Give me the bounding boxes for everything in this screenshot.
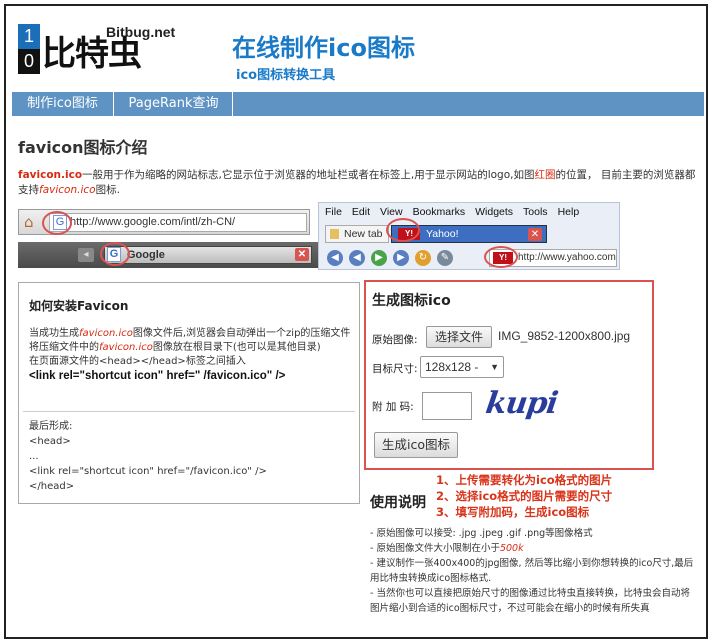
ico-generator-form: 生成图标ico 原始图像: 选择文件 IMG_9852-1200x800.jpg…: [364, 280, 654, 470]
result-line: ...: [29, 451, 39, 462]
howto-text: 在页面源文件的<head></head>标签之间插入: [29, 356, 246, 367]
logo-digits: 1 0: [18, 24, 40, 74]
menu-bookmarks: Bookmarks: [412, 206, 466, 218]
intro-italic: favicon.ico: [39, 184, 96, 196]
usage-body: - 原始图像可以接受: .jpg .jpeg .gif .png等图像格式 - …: [370, 526, 698, 616]
usage-item: - 建议制作一张400x400的jpg图像, 然后等比缩小到你想转换的ico尺寸…: [370, 558, 694, 584]
home-icon: ⌂: [24, 213, 34, 231]
browser-tabs: New tab Y! Yahoo! ✕: [319, 223, 619, 245]
divider: [23, 411, 355, 412]
howto-favicon: favicon.ico: [99, 342, 153, 353]
intro-end: 图标.: [95, 184, 120, 196]
edit-icon: ✎: [437, 250, 453, 266]
menu-help: Help: [557, 206, 580, 218]
size-select[interactable]: 128x128 - ▼: [420, 356, 504, 378]
browser-menu: File Edit View Bookmarks Widgets Tools Help: [319, 203, 619, 221]
result-line: </head>: [29, 481, 75, 492]
generate-ico-button[interactable]: 生成ico图标: [374, 432, 458, 458]
reload-icon: ↻: [415, 250, 431, 266]
captcha-label: 附 加 码:: [372, 401, 414, 413]
site-logo[interactable]: 1 0 比特虫 Bitbug.net: [18, 24, 178, 80]
address-url: http://www.google.com/intl/zh-CN/: [49, 213, 307, 232]
logo-domain: Bitbug.net: [106, 24, 176, 40]
highlight-ring: [386, 218, 420, 242]
highlight-ring: [42, 211, 72, 235]
file-name: IMG_9852-1200x800.jpg: [498, 329, 631, 343]
browser-tab-bar: ◂ G Google ✕: [18, 242, 322, 268]
howto-panel: 如何安装Favicon 当成功生成favicon.ico图像文件后,浏览器会自动…: [18, 282, 360, 504]
howto-body: 当成功生成favicon.ico图像文件后,浏览器会自动弹出一个zip的压缩文件…: [29, 327, 355, 383]
howto-result: 最后形成: <head> ... <link rel="shortcut ico…: [29, 419, 355, 494]
howto-code: <link rel="shortcut icon" href=" /favico…: [29, 370, 286, 382]
menu-file: File: [325, 206, 342, 218]
google-tab-title: Google: [127, 249, 165, 261]
annotation-step: 2、选择ico格式的图片需要的尺寸: [436, 489, 613, 503]
intro-red: 红圈: [534, 169, 556, 181]
new-tab: New tab: [325, 225, 389, 243]
logo-digit-0: 0: [18, 49, 40, 74]
yahoo-tab-title: Yahoo!: [426, 228, 459, 240]
usage-limit: 500k: [499, 543, 524, 554]
result-line: <head>: [29, 436, 71, 447]
captcha-image[interactable]: kupi: [484, 386, 560, 421]
usage-item: - 原始图像文件大小限制在小于500k: [370, 541, 698, 556]
howto-title: 如何安装Favicon: [29, 299, 129, 313]
section-title: favicon图标介绍: [18, 138, 148, 157]
intro-paragraph: favicon.ico一般用于作为缩略的网站标志,它显示位于浏览器的地址栏或者在…: [18, 168, 698, 198]
page-frame: 1 0 比特虫 Bitbug.net 在线制作ico图标 ico图标转换工具 制…: [4, 4, 708, 639]
howto-text: 将压缩文件中的: [29, 342, 99, 353]
close-icon: ✕: [528, 228, 542, 241]
intro-lead: favicon.ico: [18, 169, 83, 181]
back-icon: ◀: [327, 250, 343, 266]
menu-edit: Edit: [351, 206, 371, 218]
forward-icon: ▶: [371, 250, 387, 266]
captcha-input[interactable]: [422, 392, 472, 420]
browser-nav: ◀ ◀ ▶ ▶ ↻ ✎ Y! http://www.yahoo.com: [319, 247, 619, 269]
generator-title: 生成图标ico: [372, 293, 451, 309]
size-label: 目标尺寸:: [372, 363, 418, 375]
close-icon: ✕: [295, 248, 309, 261]
intro-text: 一般用于作为缩略的网站标志,它显示位于浏览器的地址栏或者在标签上,用于显示网站的…: [82, 169, 535, 181]
fast-forward-icon: ▶: [393, 250, 409, 266]
menu-tools: Tools: [523, 206, 548, 218]
usage-item: - 原始图像可以接受: .jpg .jpeg .gif .png等图像格式: [370, 528, 593, 539]
browser-yahoo: File Edit View Bookmarks Widgets Tools Help Ne…: [318, 202, 620, 270]
highlight-ring: [100, 242, 130, 266]
nav-item-pagerank[interactable]: PageRank查询: [115, 92, 233, 116]
result-line: 最后形成:: [29, 421, 73, 432]
howto-text: 当成功生成: [29, 328, 79, 339]
annotation-step: 1、上传需要转化为ico格式的图片: [436, 473, 613, 487]
site-subtitle: ico图标转换工具: [236, 68, 336, 83]
howto-text: 图像放在根目录下(也可以是其他目录): [152, 342, 321, 353]
logo-digit-1: 1: [18, 24, 40, 49]
usage-text: - 原始图像文件大小限制在小于: [370, 543, 500, 554]
nav-item-ico[interactable]: 制作ico图标: [12, 92, 114, 116]
chevron-down-icon: ▼: [490, 362, 499, 372]
main-nav: 制作ico图标 PageRank查询: [12, 92, 704, 116]
file-label: 原始图像:: [372, 334, 418, 346]
step-annotations: 1、上传需要转化为ico格式的图片 2、选择ico格式的图片需要的尺寸 3、填写…: [436, 472, 612, 520]
annotation-step: 3、填写附加码，生成ico图标: [436, 505, 590, 519]
menu-view: View: [380, 206, 403, 218]
yahoo-url-text: http://www.yahoo.com: [518, 252, 616, 263]
rewind-icon: ◀: [349, 250, 365, 266]
usage-item: - 当然你也可以直接把原始尺寸的图像通过比特虫直接转换，比特虫会自动将图片缩小到…: [370, 588, 690, 614]
size-value: 128x128 -: [425, 360, 479, 374]
howto-favicon: favicon.ico: [79, 328, 133, 339]
highlight-ring: [484, 246, 518, 268]
usage-title: 使用说明: [370, 495, 426, 511]
menu-widgets: Widgets: [475, 206, 514, 218]
howto-text: 图像文件后,浏览器会自动弹出一个zip的压缩文件: [132, 328, 351, 339]
result-line: <link rel="shortcut icon" href="/favicon…: [29, 466, 267, 477]
tab-scroll-icon: ◂: [78, 248, 94, 262]
logo-text: 比特虫: [42, 34, 142, 74]
site-title: 在线制作ico图标: [232, 34, 415, 62]
google-tab: G Google ✕: [104, 246, 312, 264]
choose-file-button[interactable]: 选择文件: [426, 326, 492, 348]
